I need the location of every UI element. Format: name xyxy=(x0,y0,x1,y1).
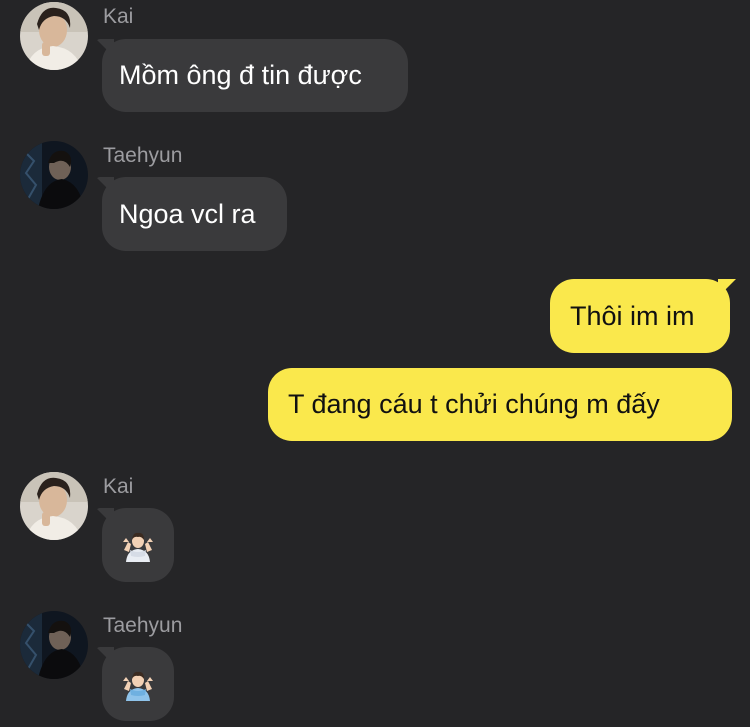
sender-name: Kai xyxy=(103,475,134,498)
kai-avatar-image xyxy=(20,472,88,540)
message-text: Ngoa vcl ra xyxy=(119,199,256,229)
message-bubble-outgoing[interactable]: Thôi im im xyxy=(550,279,730,353)
taehyun-avatar-image xyxy=(20,141,88,209)
sender-name: Taehyun xyxy=(103,614,183,637)
sender-name: Kai xyxy=(103,5,134,28)
message-text: T đang cáu t chửi chúng m đấy xyxy=(288,389,660,419)
message-bubble[interactable]: Ngoa vcl ra xyxy=(102,177,287,251)
avatar-kai[interactable] xyxy=(20,472,88,540)
person-shrugging-emoji-icon xyxy=(123,532,153,562)
sender-name: Taehyun xyxy=(103,144,183,167)
person-shrugging-emoji-icon xyxy=(123,671,153,701)
avatar-kai[interactable] xyxy=(20,2,88,70)
chat-thread: Kai Mồm ông đ tin được Taehyun Ngoa vcl … xyxy=(0,0,750,727)
message-text: Thôi im im xyxy=(570,301,695,331)
avatar-taehyun[interactable] xyxy=(20,611,88,679)
taehyun-avatar-image xyxy=(20,611,88,679)
message-text: Mồm ông đ tin được xyxy=(119,60,362,90)
message-bubble-outgoing[interactable]: T đang cáu t chửi chúng m đấy xyxy=(268,368,732,441)
message-bubble[interactable]: Mồm ông đ tin được xyxy=(102,39,408,112)
avatar-taehyun[interactable] xyxy=(20,141,88,209)
message-bubble[interactable] xyxy=(102,508,174,582)
message-bubble[interactable] xyxy=(102,647,174,721)
kai-avatar-image xyxy=(20,2,88,70)
